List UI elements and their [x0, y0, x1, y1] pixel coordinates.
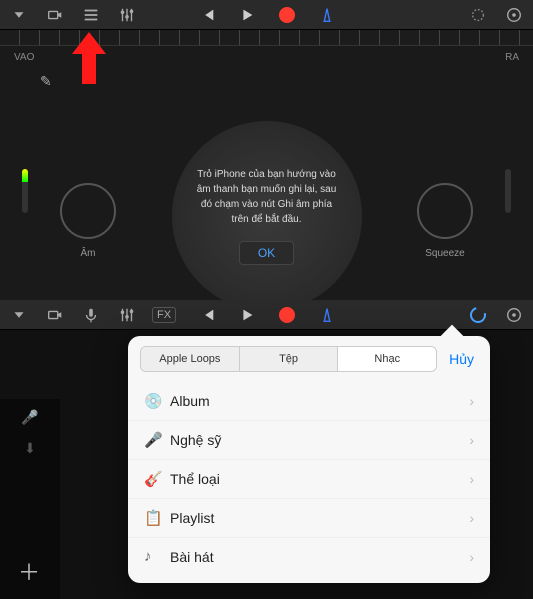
squeeze-dial[interactable]: [417, 183, 473, 239]
menu-item-label: Thể loại: [170, 471, 469, 487]
mic-track-icon[interactable]: 🎤: [21, 409, 38, 426]
cancel-button[interactable]: Hủy: [445, 351, 478, 367]
input-level-meter: [22, 169, 28, 213]
music-category-list: 💿Album›🎤Nghệ sỹ›🎸Thể loại›📋Playlist›♪Bài…: [128, 382, 490, 583]
music-browser-popover: Apple Loops Tệp Nhạc Hủy 💿Album›🎤Nghệ sỹ…: [128, 336, 490, 583]
play-button[interactable]: [236, 4, 258, 26]
segment-apple-loops[interactable]: Apple Loops: [141, 347, 240, 371]
menu-item-icon: 📋: [144, 509, 170, 527]
menu-item-label: Playlist: [170, 510, 469, 526]
annotation-arrow-top: [72, 32, 106, 84]
mixer-button-2[interactable]: [116, 304, 138, 326]
metronome-button-2[interactable]: [316, 304, 338, 326]
recording-tip-overlay: Trỏ iPhone của bạn hướng vào âm thanh bạ…: [172, 121, 362, 311]
menu-item-thể-loại[interactable]: 🎸Thể loại›: [128, 460, 490, 499]
menu-item-bài-hát[interactable]: ♪Bài hát›: [128, 538, 490, 575]
chevron-right-icon: ›: [469, 471, 474, 487]
menu-item-icon: 🎸: [144, 470, 170, 488]
chevron-right-icon: ›: [469, 510, 474, 526]
loop-browser-button[interactable]: [467, 304, 489, 326]
output-level-meter: [505, 169, 511, 213]
segment-music[interactable]: Nhạc: [338, 347, 436, 371]
chevron-right-icon: ›: [469, 432, 474, 448]
squeeze-dial-label: Squeeze: [415, 248, 475, 259]
record-button[interactable]: [276, 4, 298, 26]
rewind-button-2[interactable]: [196, 304, 218, 326]
mixer-button[interactable]: [116, 4, 138, 26]
tuner-button[interactable]: [467, 4, 489, 26]
top-toolbar: [0, 0, 533, 30]
settings-button[interactable]: [503, 4, 525, 26]
output-label: RA: [505, 52, 519, 63]
recorder-workspace: ✎ Âm Squeeze Trỏ iPhone của bạn hướng và…: [0, 69, 533, 269]
menu-item-playlist[interactable]: 📋Playlist›: [128, 499, 490, 538]
download-track-icon[interactable]: ⬇: [24, 440, 36, 457]
tone-dial-label: Âm: [58, 248, 118, 259]
menu-item-album[interactable]: 💿Album›: [128, 382, 490, 421]
menu-item-label: Bài hát: [170, 549, 469, 565]
camera-view-button[interactable]: [44, 4, 66, 26]
menu-item-label: Nghệ sỹ: [170, 432, 469, 448]
input-label: VAO: [14, 52, 34, 63]
mic-button[interactable]: [80, 304, 102, 326]
segment-files[interactable]: Tệp: [240, 347, 339, 371]
rewind-button[interactable]: [196, 4, 218, 26]
tip-text: Trỏ iPhone của bạn hướng vào âm thanh bạ…: [192, 167, 342, 227]
menu-item-icon: 💿: [144, 392, 170, 410]
dropdown-button-2[interactable]: [8, 304, 30, 326]
menu-item-icon: ♪: [144, 548, 170, 565]
record-button-2[interactable]: [276, 304, 298, 326]
tracks-view-button[interactable]: [80, 4, 102, 26]
tone-dial[interactable]: [60, 183, 116, 239]
metronome-button[interactable]: [316, 4, 338, 26]
fx-button[interactable]: FX: [152, 307, 176, 323]
menu-item-label: Album: [170, 393, 469, 409]
add-track-button[interactable]: ＋: [18, 555, 40, 587]
settings-button-2[interactable]: [503, 304, 525, 326]
dropdown-button[interactable]: [8, 4, 30, 26]
menu-item-nghệ-sỹ[interactable]: 🎤Nghệ sỹ›: [128, 421, 490, 460]
play-button-2[interactable]: [236, 304, 258, 326]
camera-view-button-2[interactable]: [44, 304, 66, 326]
chevron-right-icon: ›: [469, 393, 474, 409]
chevron-right-icon: ›: [469, 549, 474, 565]
edit-icon[interactable]: ✎: [40, 73, 52, 90]
ok-button[interactable]: OK: [239, 241, 294, 265]
source-segmented-control[interactable]: Apple Loops Tệp Nhạc: [140, 346, 437, 372]
menu-item-icon: 🎤: [144, 431, 170, 449]
